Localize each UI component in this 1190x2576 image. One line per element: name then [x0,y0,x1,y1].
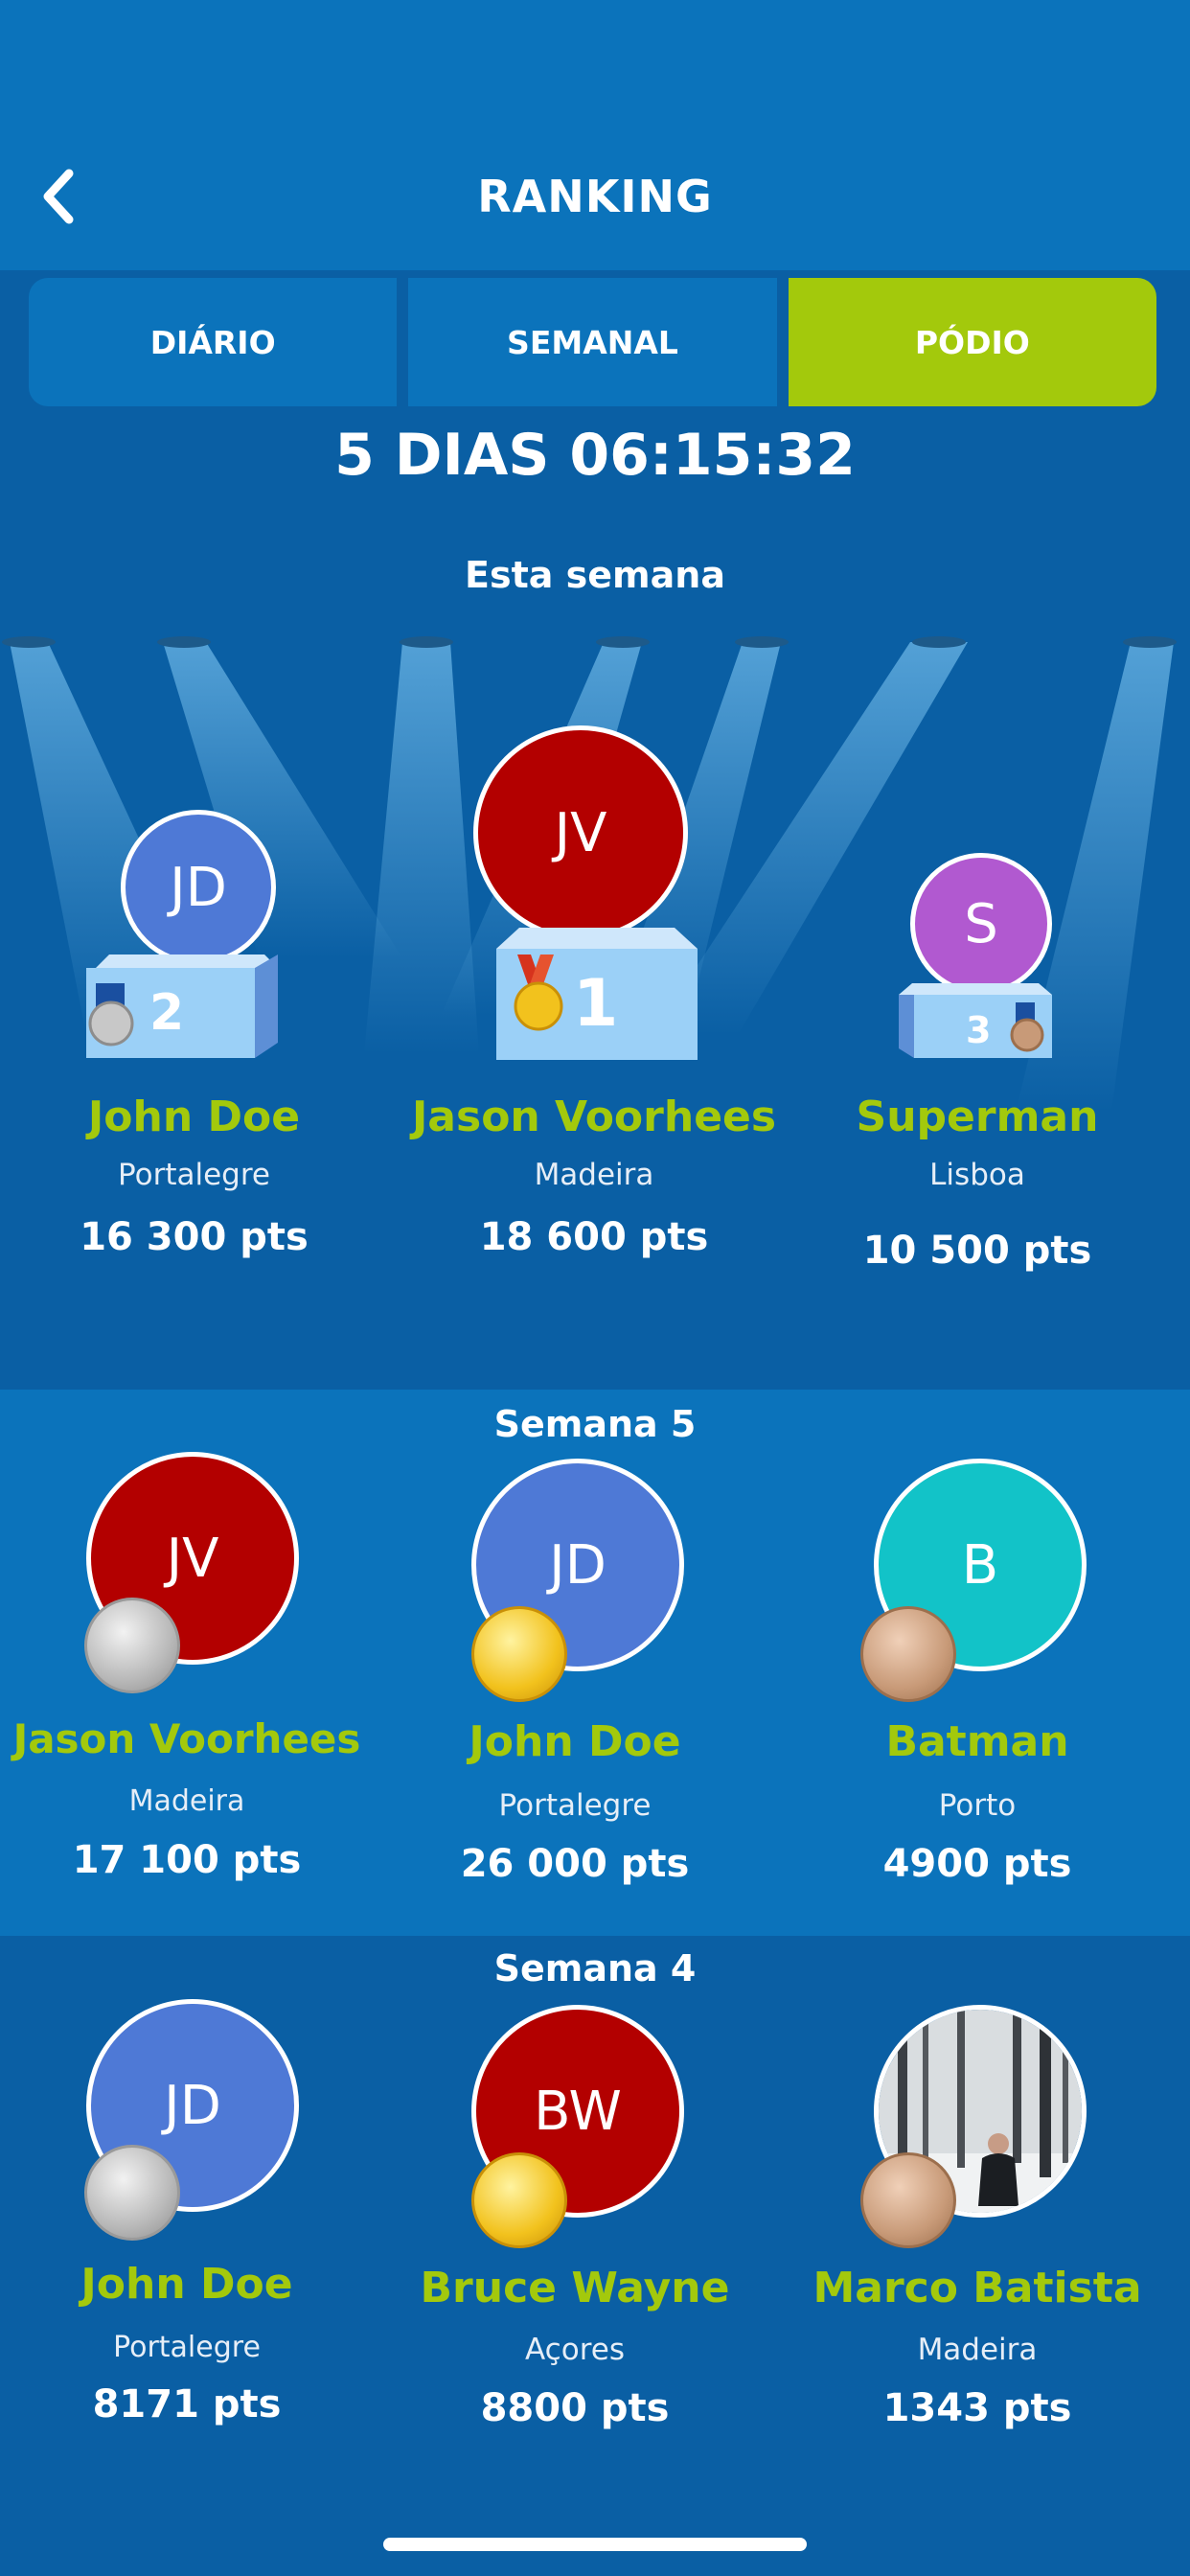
avatar-initials: JD [549,1533,606,1597]
avatar-initials: JV [554,801,607,864]
avatar-initials: BW [534,2080,622,2143]
avatar-initials: JD [164,2074,221,2137]
player-city: Portalegre [118,1158,270,1192]
header-bar: RANKING [0,0,1190,270]
avatar-initials: S [964,892,998,955]
avatar-initials: JV [166,1527,219,1590]
player-name: Bruce Wayne [420,2264,730,2312]
player-name: Jason Voorhees [12,1715,361,1762]
player-city: Lisboa [929,1158,1025,1192]
tab-diario[interactable]: DIÁRIO [29,278,398,406]
avatar-initials: JD [170,856,227,919]
player-points: 8800 pts [480,2386,670,2430]
bronze-medal-icon [860,2152,956,2248]
countdown-timer: 5 DIAS 06:15:32 [334,422,856,489]
tab-bar: DIÁRIO SEMANAL PÓDIO [29,278,1156,406]
silver-medal-icon [84,2145,180,2241]
week4-label: Semana 4 [493,1947,697,1990]
player-name: Batman [885,1717,1069,1766]
gold-medal-icon [471,1606,567,1702]
player-points: 4900 pts [882,1842,1072,1886]
player-city: Açores [525,2333,625,2367]
player-name: John Doe [469,1717,681,1766]
player-city: Madeira [534,1158,654,1192]
player-points: 26 000 pts [460,1842,690,1886]
player-name: John Doe [80,2260,293,2309]
player-points: 17 100 pts [72,1838,302,1882]
place-number: 2 [149,984,184,1042]
pedestal-first: 1 [496,928,698,1060]
player-city: Porto [938,1788,1017,1823]
gold-medal-icon [471,2152,567,2248]
home-indicator[interactable] [383,2538,807,2551]
player-points: 10 500 pts [862,1229,1092,1273]
player-points: 18 600 pts [479,1215,709,1259]
silver-medal-icon [84,1598,180,1693]
avatar[interactable]: JV [473,725,688,940]
player-name: Superman [856,1092,1099,1141]
player-city: Madeira [128,1784,245,1818]
tab-semanal[interactable]: SEMANAL [408,278,777,406]
avatar-initials: B [961,1533,999,1597]
player-points: 8171 pts [92,2382,282,2426]
player-city: Portalegre [113,2331,261,2364]
tab-podio[interactable]: PÓDIO [788,278,1156,406]
avatar[interactable]: JD [121,810,276,965]
bronze-medal-icon [860,1606,956,1702]
player-name: Jason Voorhees [411,1092,777,1141]
place-number: 1 [573,966,618,1042]
page-title: RANKING [477,171,713,222]
player-name: Marco Batista [812,2264,1142,2312]
pedestal-third: 3 [899,983,1052,1058]
player-city: Madeira [917,2333,1038,2367]
player-points: 16 300 pts [80,1215,309,1259]
player-points: 1343 pts [882,2386,1072,2430]
place-number: 3 [966,1009,991,1051]
player-city: Portalegre [498,1788,652,1823]
avatar[interactable]: S [910,853,1052,995]
this-week-label: Esta semana [465,554,725,596]
pedestal-second: 2 [86,954,278,1058]
week5-label: Semana 5 [493,1403,697,1445]
player-name: John Doe [87,1092,301,1141]
